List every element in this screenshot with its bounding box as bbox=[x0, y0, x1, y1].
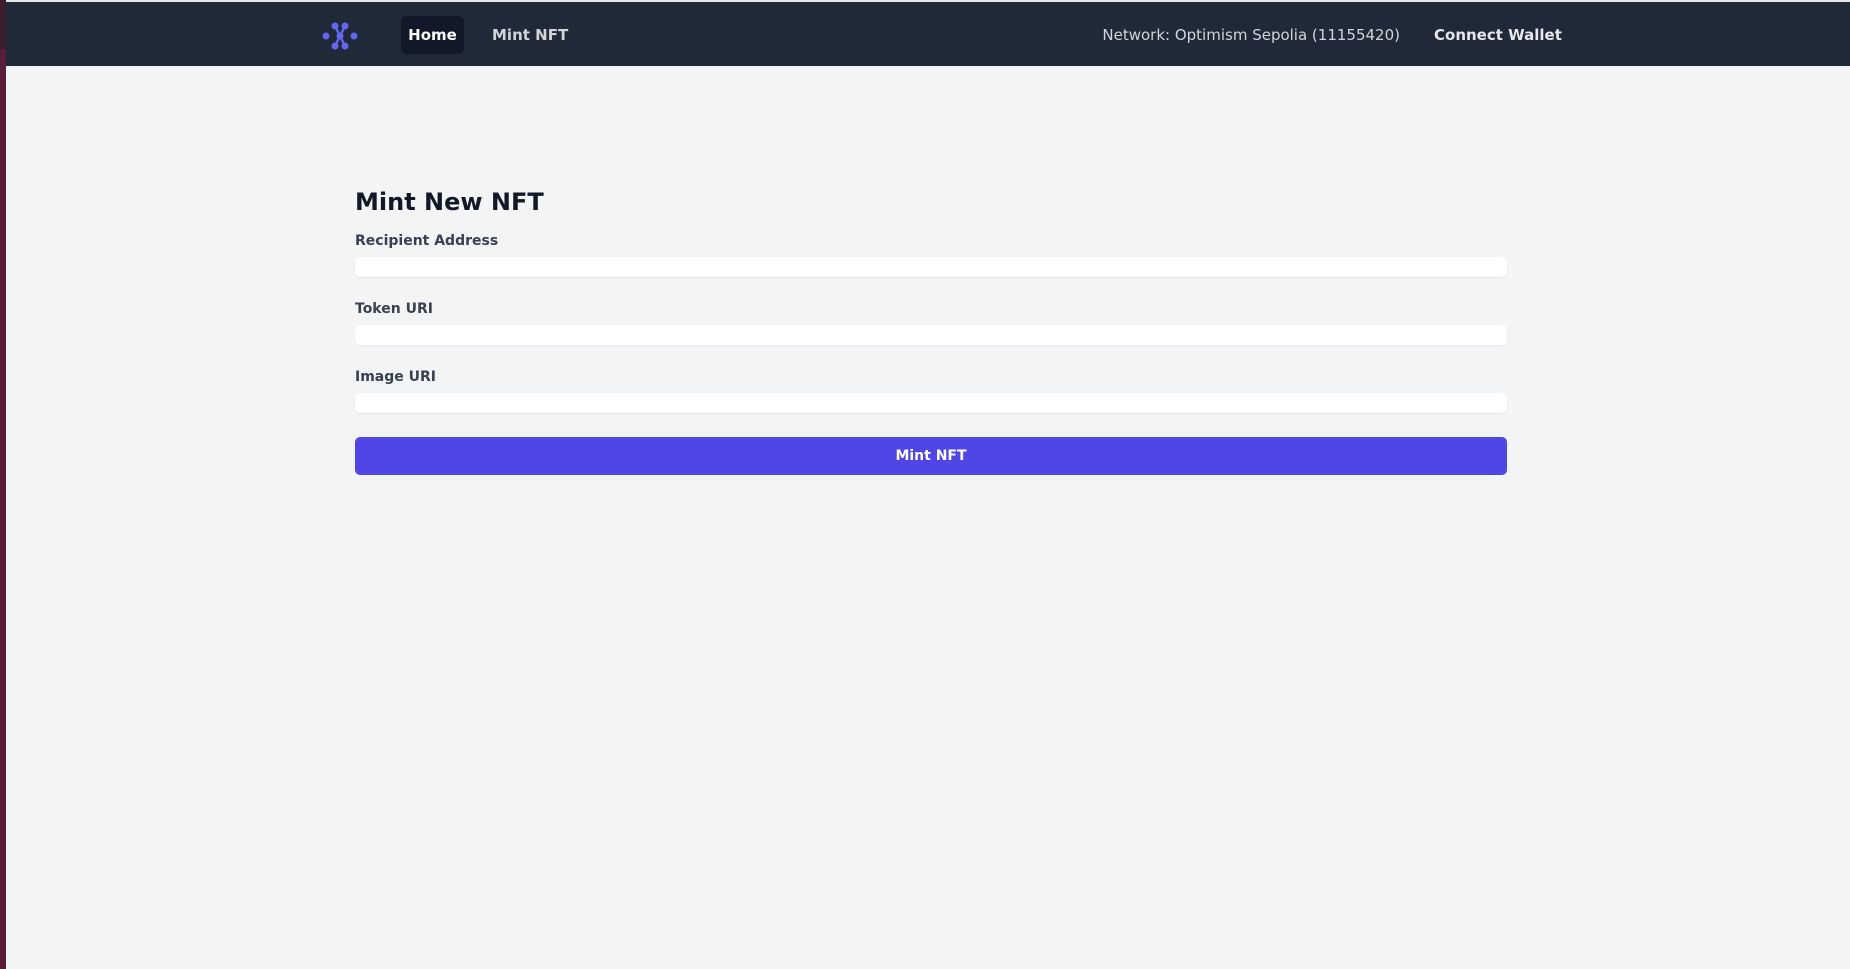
image-uri-group: Image URI bbox=[355, 367, 1507, 413]
nav-link-mint-nft[interactable]: Mint NFT bbox=[480, 16, 580, 54]
token-uri-group: Token URI bbox=[355, 299, 1507, 345]
network-logo-icon[interactable] bbox=[322, 18, 358, 54]
image-uri-label: Image URI bbox=[355, 369, 436, 385]
mint-form: Mint New NFT Recipient Address Token URI… bbox=[355, 185, 1507, 475]
recipient-address-input[interactable] bbox=[355, 257, 1507, 277]
token-uri-input[interactable] bbox=[355, 325, 1507, 345]
nav-link-home[interactable]: Home bbox=[401, 16, 464, 54]
page-title: Mint New NFT bbox=[355, 188, 544, 216]
connect-wallet-button[interactable]: Connect Wallet bbox=[1434, 16, 1562, 54]
mint-nft-button[interactable]: Mint NFT bbox=[355, 437, 1507, 475]
network-indicator: Network: Optimism Sepolia (11155420) bbox=[1102, 26, 1400, 44]
recipient-address-group: Recipient Address bbox=[355, 231, 1507, 277]
navbar: Home Mint NFT Network: Optimism Sepolia … bbox=[6, 2, 1850, 66]
recipient-address-label: Recipient Address bbox=[355, 233, 499, 249]
desktop-left-edge bbox=[0, 0, 6, 969]
image-uri-input[interactable] bbox=[355, 393, 1507, 413]
token-uri-label: Token URI bbox=[355, 301, 433, 317]
